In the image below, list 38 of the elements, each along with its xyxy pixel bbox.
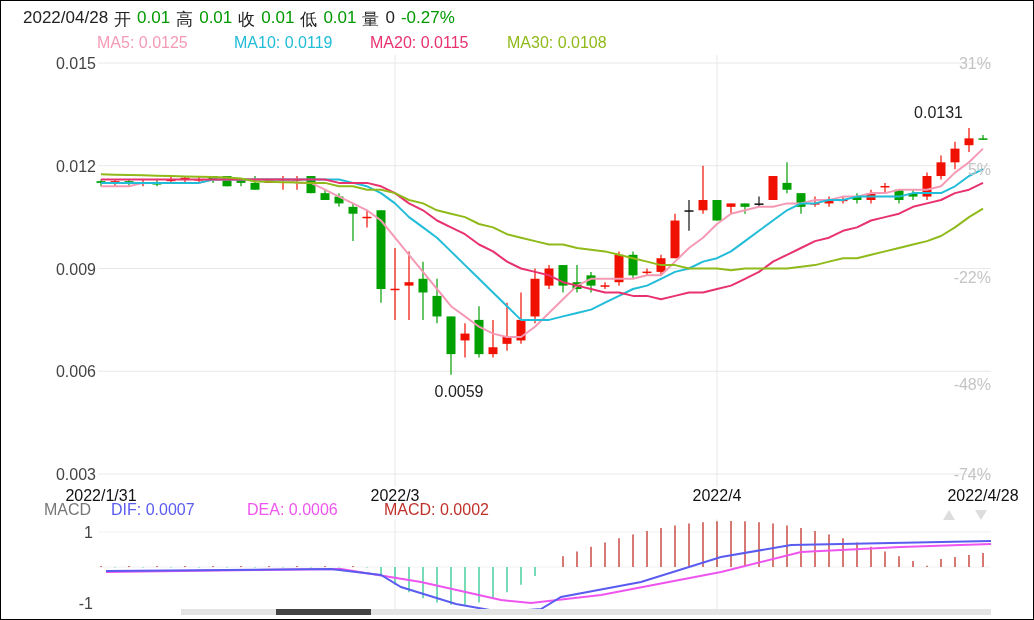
y-axis-label: 0.015	[55, 55, 96, 72]
ma-legend-label: MA5: 0.0125	[97, 33, 189, 53]
percent-axis-label: 5%	[967, 161, 991, 178]
y-axis-label: 0.012	[55, 157, 96, 175]
y-axis-label: 0.006	[55, 363, 96, 381]
date-axis-label: 2022/4/28	[947, 487, 1019, 504]
quote-value: 0.01	[261, 8, 295, 29]
quote-value: 0.01	[199, 8, 233, 29]
macd-axis-label: 1	[84, 524, 93, 541]
percent-axis-label: -22%	[953, 269, 991, 286]
high-price-label: 0.0131	[914, 104, 963, 122]
macd-legend-label: MACD: 0.0002	[384, 501, 489, 519]
low-price-label: 0.0059	[434, 382, 484, 400]
quote-label: 开	[114, 9, 132, 31]
quote-value: 0.01	[137, 8, 171, 29]
ma-legend-label: MA10: 0.0119	[234, 33, 334, 53]
percent-axis-label: -48%	[953, 376, 991, 393]
macd-legend-label: DIF: 0.0007	[111, 501, 196, 519]
y-axis-label: 0.003	[55, 466, 96, 483]
quote-value: 0.01	[323, 8, 357, 29]
date-axis-label: 2022/3	[370, 487, 420, 504]
quote-label: 高	[176, 9, 194, 31]
macd-title: MACD	[44, 501, 93, 519]
quote-value: 0	[385, 8, 395, 29]
percent-axis-label: -74%	[953, 466, 991, 483]
percent-axis-label: 31%	[958, 55, 991, 72]
ma-legend-label: MA30: 0.0108	[507, 33, 607, 53]
macd-legend-label: DEA: 0.0006	[247, 501, 339, 519]
y-axis-label: 0.009	[55, 260, 96, 278]
quote-date: 2022/04/28	[23, 8, 109, 29]
date-axis-label: 2022/4	[692, 487, 742, 504]
quote-label: 量	[362, 9, 380, 31]
quote-label: 低	[300, 9, 318, 31]
macd-axis-label: -1	[78, 595, 93, 612]
date-axis-label: 2022/1/31	[65, 487, 137, 504]
ma-legend-label: MA20: 0.0115	[370, 33, 470, 53]
change-percent: -0.27%	[400, 8, 455, 29]
quote-label: 收	[238, 9, 256, 31]
